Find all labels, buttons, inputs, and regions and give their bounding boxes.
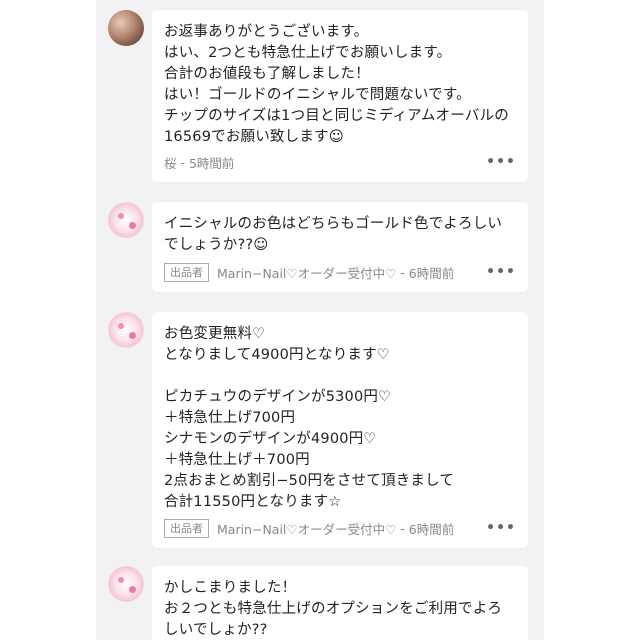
comment-meta: 出品者 Marin−Nail♡オーダー受付中♡ - 6時間前 ••• xyxy=(164,518,516,538)
comment-author[interactable]: Marin−Nail♡オーダー受付中♡ xyxy=(217,263,396,282)
seller-badge: 出品者 xyxy=(164,518,209,538)
avatar[interactable] xyxy=(108,566,144,602)
comment-time: 6時間前 xyxy=(408,521,455,537)
comment-text: お色変更無料♡ となりまして4900円となります♡ ピカチュウのデザインが530… xyxy=(164,326,455,510)
avatar[interactable] xyxy=(108,202,144,238)
comment-bubble: お返事ありがとうございます。 はい、2つとも特急仕上げでお願いします。 合計のお… xyxy=(152,10,528,182)
comment-text: かしこまりました！ お２つとも特急仕上げのオプションをご利用でよろしいでしょか?… xyxy=(164,580,503,638)
seller-badge: 出品者 xyxy=(164,262,209,282)
comment-meta: 出品者 Marin−Nail♡オーダー受付中♡ - 6時間前 ••• xyxy=(164,262,516,282)
comment-time: 6時間前 xyxy=(408,265,455,281)
comment-author[interactable]: 桜 xyxy=(164,153,177,172)
comment-time: 5時間前 xyxy=(188,155,235,171)
more-options-icon[interactable]: ••• xyxy=(486,520,516,536)
comment-bubble: お色変更無料♡ となりまして4900円となります♡ ピカチュウのデザインが530… xyxy=(152,312,528,548)
meta-separator: - xyxy=(396,520,409,536)
comment-author[interactable]: Marin−Nail♡オーダー受付中♡ xyxy=(217,519,396,538)
avatar[interactable] xyxy=(108,10,144,46)
more-options-icon[interactable]: ••• xyxy=(486,154,516,170)
comment-thread: お返事ありがとうございます。 はい、2つとも特急仕上げでお願いします。 合計のお… xyxy=(96,0,544,640)
meta-separator: - xyxy=(176,154,189,170)
comment-text: お返事ありがとうございます。 はい、2つとも特急仕上げでお願いします。 合計のお… xyxy=(164,24,509,145)
comment-bubble: かしこまりました！ お２つとも特急仕上げのオプションをご利用でよろしいでしょか?… xyxy=(152,566,528,640)
more-options-icon[interactable]: ••• xyxy=(486,264,516,280)
comment-meta: 桜 - 5時間前 ••• xyxy=(164,152,516,172)
avatar[interactable] xyxy=(108,312,144,348)
comment-text: イニシャルのお色はどちらもゴールド色でよろしいでしょうか??☺ xyxy=(164,216,503,253)
meta-separator: - xyxy=(396,264,409,280)
comment-bubble: イニシャルのお色はどちらもゴールド色でよろしいでしょうか??☺ 出品者 Mari… xyxy=(152,202,528,292)
